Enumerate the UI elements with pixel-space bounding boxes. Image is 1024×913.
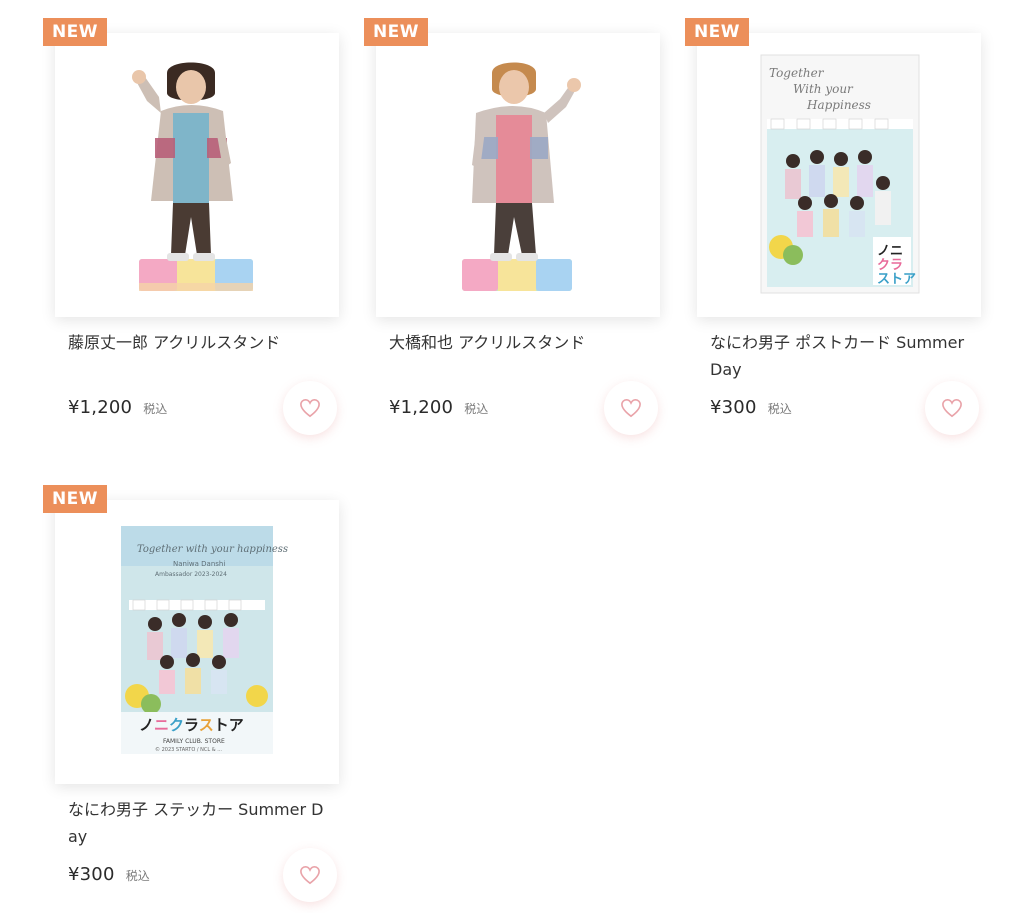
tax-label: 税込 — [767, 402, 792, 416]
product-name[interactable]: なにわ男子 ポストカード Summer Day — [710, 329, 972, 383]
svg-text:© 2023 STARTO / NCL & ...: © 2023 STARTO / NCL & ... — [155, 746, 222, 753]
product-image[interactable]: ノニクラストア FAMILY CLUB. STORE © 2023 STARTO… — [55, 500, 339, 784]
product-image[interactable]: ノニ クラ ストア Together With your Happiness — [697, 33, 981, 317]
heart-icon — [300, 865, 320, 885]
product-name[interactable]: 大橋和也 アクリルスタンド — [389, 329, 651, 356]
new-badge: NEW — [364, 18, 428, 46]
acrylic-stand-image — [132, 62, 253, 291]
acrylic-stand-image — [462, 62, 581, 291]
postcard-image: ノニ クラ ストア Together With your Happiness — [760, 54, 920, 294]
product-price: ¥300 — [710, 397, 757, 418]
favorite-button[interactable] — [283, 848, 337, 902]
svg-text:Naniwa Danshi: Naniwa Danshi — [173, 560, 225, 568]
svg-text:Happiness: Happiness — [806, 98, 871, 112]
sticker-image: ノニクラストア FAMILY CLUB. STORE © 2023 STARTO… — [121, 526, 288, 754]
product-image[interactable] — [376, 33, 660, 317]
heart-icon — [300, 398, 320, 418]
svg-text:Together: Together — [769, 66, 825, 80]
product-name[interactable]: 藤原丈一郎 アクリルスタンド — [68, 329, 330, 356]
product-price: ¥1,200 — [389, 397, 454, 418]
new-badge: NEW — [43, 485, 107, 513]
svg-text:Together with your happiness: Together with your happiness — [137, 544, 288, 555]
product-image[interactable] — [55, 33, 339, 317]
price-row: ¥300 税込 — [710, 397, 792, 418]
tax-label: 税込 — [464, 402, 489, 416]
empty-grid-area — [376, 500, 996, 800]
price-row: ¥1,200 税込 — [389, 397, 488, 418]
product-price: ¥1,200 — [68, 397, 133, 418]
new-badge: NEW — [43, 18, 107, 46]
heart-icon — [942, 398, 962, 418]
svg-text:ノニ: ノニ — [877, 244, 903, 259]
svg-text:ストア: ストア — [877, 272, 916, 287]
product-name[interactable]: なにわ男子 ステッカー Summer Day — [68, 796, 330, 850]
favorite-button[interactable] — [925, 381, 979, 435]
price-row: ¥300 税込 — [68, 864, 150, 885]
svg-text:ノニクラストア: ノニクラストア — [139, 716, 244, 734]
price-row: ¥1,200 税込 — [68, 397, 167, 418]
svg-text:FAMILY CLUB. STORE: FAMILY CLUB. STORE — [163, 738, 225, 745]
favorite-button[interactable] — [283, 381, 337, 435]
svg-text:With your: With your — [793, 82, 854, 96]
product-price: ¥300 — [68, 864, 115, 885]
tax-label: 税込 — [125, 869, 150, 883]
heart-icon — [621, 398, 641, 418]
svg-text:クラ: クラ — [877, 258, 903, 273]
new-badge: NEW — [685, 18, 749, 46]
favorite-button[interactable] — [604, 381, 658, 435]
svg-text:Ambassador 2023-2024: Ambassador 2023-2024 — [155, 571, 227, 578]
tax-label: 税込 — [143, 402, 168, 416]
